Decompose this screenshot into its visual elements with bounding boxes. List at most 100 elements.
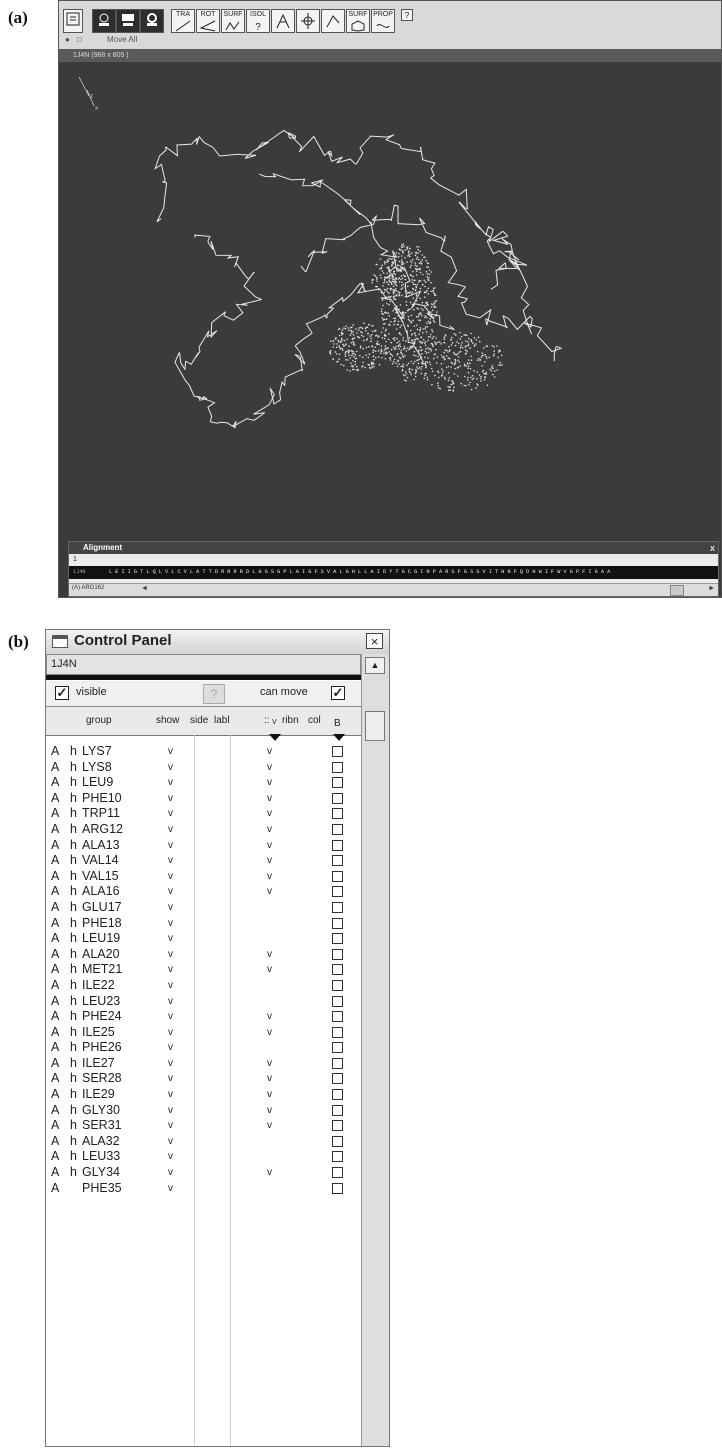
show-flag[interactable]: v (168, 916, 173, 932)
b-factor-checkbox[interactable] (332, 1089, 343, 1101)
show-flag[interactable]: v (168, 1134, 173, 1150)
b-factor-checkbox[interactable] (332, 1135, 343, 1147)
alignment-sequence-row[interactable]: 1J4N L E I I G T L Q L V L C V L A T T D… (69, 566, 718, 579)
dots-flag[interactable]: v (267, 1087, 272, 1103)
header-dots[interactable]: :: (264, 715, 270, 726)
b-factor-checkbox[interactable] (332, 1120, 343, 1132)
header-labl[interactable]: labl (214, 715, 230, 726)
residue-row[interactable]: Ah PHE26 v (46, 1040, 361, 1056)
b-factor-checkbox[interactable] (332, 933, 343, 945)
show-flag[interactable]: v (168, 1118, 173, 1134)
show-flag[interactable]: v (168, 1056, 173, 1072)
dots-flag[interactable]: v (267, 1056, 272, 1072)
dots-flag[interactable]: v (267, 1118, 272, 1134)
b-factor-checkbox[interactable] (332, 1026, 343, 1038)
show-flag[interactable]: v (168, 884, 173, 900)
show-flag[interactable]: v (168, 947, 173, 963)
residue-row[interactable]: Ah MET21 v v (46, 962, 361, 978)
surface-button[interactable]: SURF (221, 9, 245, 33)
residue-row[interactable]: Ah ALA13 v v (46, 838, 361, 854)
b-factor-checkbox[interactable] (332, 1151, 343, 1163)
dots-flag[interactable]: v (267, 962, 272, 978)
scroll-right-arrow[interactable]: ► (708, 585, 715, 592)
dots-flag[interactable]: v (267, 744, 272, 760)
dots-flag[interactable]: v (267, 1009, 272, 1025)
dots-flag[interactable]: v (267, 791, 272, 807)
header-show[interactable]: show (156, 715, 179, 726)
show-flag[interactable]: v (168, 1149, 173, 1165)
b-factor-checkbox[interactable] (332, 823, 343, 835)
scroll-left-arrow[interactable]: ◄ (141, 585, 148, 592)
dots-flag[interactable]: v (267, 947, 272, 963)
help-button[interactable]: ? (203, 684, 225, 704)
alignment-scrollbar[interactable]: (A) ARG162 ◄ ► (69, 583, 718, 596)
residue-row[interactable]: Ah GLY34 v v (46, 1165, 361, 1181)
residue-row[interactable]: Ah LEU9 v v (46, 775, 361, 791)
dots-flag[interactable]: v (267, 822, 272, 838)
header-col[interactable]: col (308, 715, 321, 726)
show-flag[interactable]: v (168, 775, 173, 791)
probe-button[interactable] (271, 9, 295, 33)
residue-row[interactable]: Ah VAL15 v v (46, 869, 361, 885)
b-factor-checkbox[interactable] (332, 1073, 343, 1085)
show-flag[interactable]: v (168, 1071, 173, 1087)
residue-row[interactable]: Ah LYS7 v v (46, 744, 361, 760)
dots-flag[interactable]: v (267, 1103, 272, 1119)
select-tool-button[interactable] (63, 9, 83, 33)
dots-flag[interactable]: v (267, 853, 272, 869)
b-factor-checkbox[interactable] (332, 1182, 343, 1194)
dots-flag[interactable]: v (267, 884, 272, 900)
b-factor-checkbox[interactable] (332, 808, 343, 820)
document-icon[interactable]: □ (77, 35, 82, 44)
header-side[interactable]: side (190, 715, 208, 726)
show-flag[interactable]: v (168, 978, 173, 994)
b-factor-checkbox[interactable] (332, 886, 343, 898)
residue-row[interactable]: Ah ALA32 v (46, 1134, 361, 1150)
show-flag[interactable]: v (168, 1087, 173, 1103)
lock-icon[interactable]: ● (65, 35, 70, 44)
residue-row[interactable]: Ah PHE24 v v (46, 1009, 361, 1025)
residue-row[interactable]: Ah LEU23 v (46, 994, 361, 1010)
residue-row[interactable]: Ah VAL14 v v (46, 853, 361, 869)
b-factor-checkbox[interactable] (332, 979, 343, 991)
visible-checkbox[interactable]: ✓ (55, 686, 69, 700)
b-factor-checkbox[interactable] (332, 1057, 343, 1069)
b-factor-checkbox[interactable] (332, 1167, 343, 1179)
show-flag[interactable]: v (168, 822, 173, 838)
b-factor-checkbox[interactable] (332, 948, 343, 960)
b-factor-checkbox[interactable] (332, 855, 343, 867)
b-factor-checkbox[interactable] (332, 777, 343, 789)
help-button[interactable]: ? (401, 9, 413, 21)
show-flag[interactable]: v (168, 962, 173, 978)
show-flag[interactable]: v (168, 1009, 173, 1025)
residue-row[interactable]: Ah ILE25 v v (46, 1025, 361, 1041)
residue-row[interactable]: Ah PHE18 v (46, 916, 361, 932)
show-flag[interactable]: v (168, 806, 173, 822)
show-flag[interactable]: v (168, 1181, 173, 1197)
center-button[interactable] (296, 9, 320, 33)
header-b[interactable]: B (334, 718, 341, 729)
rotate-button[interactable]: ROT (196, 9, 220, 33)
scroll-thumb[interactable] (365, 711, 385, 741)
dots-flag[interactable]: v (267, 1071, 272, 1087)
residue-row[interactable]: Ah LEU19 v (46, 931, 361, 947)
isolate-button[interactable]: ISOL? (246, 9, 270, 33)
residue-row[interactable]: Ah ALA16 v v (46, 884, 361, 900)
properties-button[interactable]: PROP (371, 9, 395, 33)
b-factor-checkbox[interactable] (332, 964, 343, 976)
b-factor-checkbox[interactable] (332, 761, 343, 773)
b-factor-checkbox[interactable] (332, 1011, 343, 1023)
b-factor-checkbox[interactable] (332, 1042, 343, 1054)
dots-flag[interactable]: v (267, 1165, 272, 1181)
show-flag[interactable]: v (168, 1040, 173, 1056)
residue-row[interactable]: Ah SER31 v v (46, 1118, 361, 1134)
residue-row[interactable]: A PHE35 v (46, 1181, 361, 1197)
molecule-canvas[interactable]: z x (59, 62, 721, 540)
rotate-display-button[interactable] (140, 9, 164, 33)
translate-button[interactable]: TRA (171, 9, 195, 33)
b-factor-checkbox[interactable] (332, 870, 343, 882)
residue-row[interactable]: Ah ILE22 v (46, 978, 361, 994)
b-factor-checkbox[interactable] (332, 1104, 343, 1116)
show-flag[interactable]: v (168, 900, 173, 916)
show-flag[interactable]: v (168, 760, 173, 776)
